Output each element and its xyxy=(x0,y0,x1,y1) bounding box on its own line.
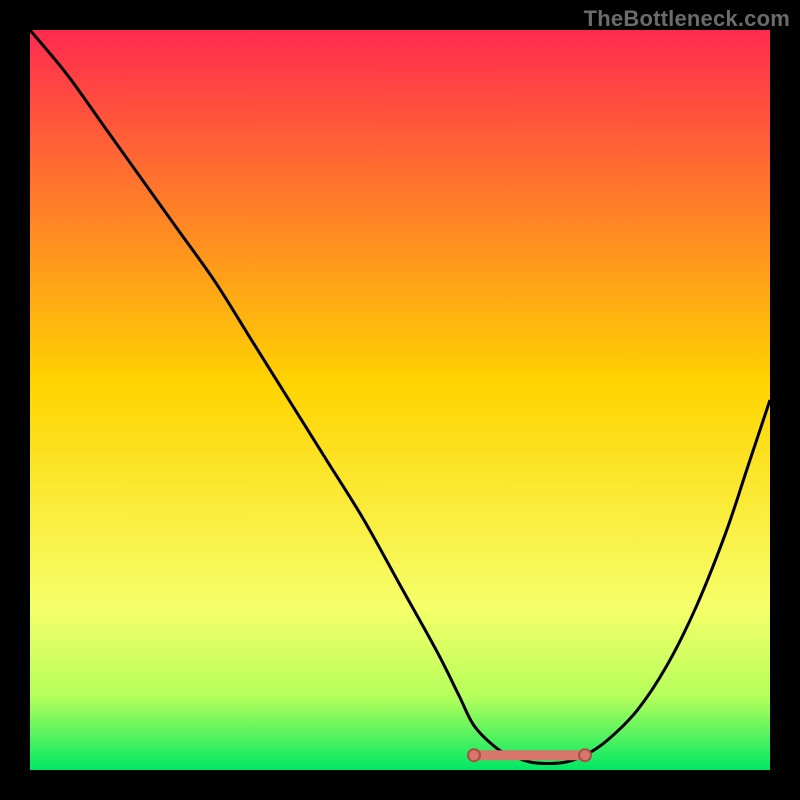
bottleneck-chart xyxy=(30,30,770,770)
gradient-background xyxy=(30,30,770,770)
watermark-text: TheBottleneck.com xyxy=(584,6,790,32)
chart-frame: TheBottleneck.com xyxy=(0,0,800,800)
optimal-range-start-dot xyxy=(468,749,480,761)
optimal-range-end-dot xyxy=(579,749,591,761)
plot-area xyxy=(30,30,770,770)
